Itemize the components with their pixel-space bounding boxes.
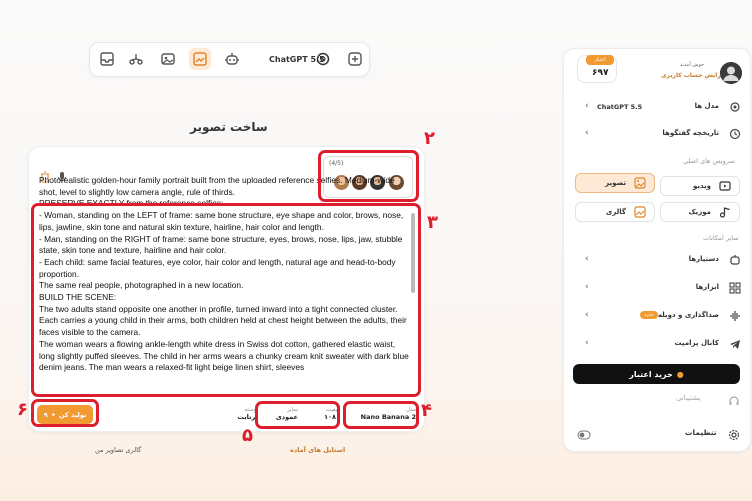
add-icon[interactable] <box>346 50 364 68</box>
inbox-icon[interactable] <box>98 50 116 68</box>
gear-icon <box>728 426 740 441</box>
sidebar-item-label: کانال پرامپت <box>674 339 719 347</box>
service-gallery-button[interactable]: گالری <box>575 202 655 222</box>
edit-profile-link[interactable]: ویرایش حساب کاربری <box>661 72 727 79</box>
sidebar-item-models[interactable]: ‹ ChatGPT 5.5 مدل ها <box>565 98 749 118</box>
tools-icon <box>729 282 741 294</box>
buy-credit-label: خرید اعتبار <box>629 369 673 379</box>
service-music-button[interactable]: موزیک <box>660 202 740 222</box>
other-features-title: سایر امکانات <box>703 234 739 242</box>
video-icon <box>719 180 731 192</box>
settings-link[interactable]: تنظیمات <box>685 428 717 437</box>
annotation-box-3 <box>31 203 421 397</box>
sidebar-item-label: تاریخچه گفتگوها <box>662 129 719 137</box>
sidebar-item-label: صداگذاری و دوبله <box>657 311 719 319</box>
service-image-button[interactable]: تصویر <box>575 173 655 193</box>
chevron-left-icon: ‹ <box>585 101 589 111</box>
image-edit-icon[interactable] <box>189 48 211 70</box>
welcome-text: خوش آمدید <box>680 62 705 68</box>
annotation-number-5: ۵ <box>242 425 253 446</box>
annotation-box-5 <box>255 401 340 429</box>
gallery-icon[interactable] <box>159 50 177 68</box>
models-icon <box>729 101 741 113</box>
chatgpt-icon <box>314 50 332 68</box>
sidebar-item-voice[interactable]: ‹ جدید صداگذاری و دوبله <box>565 307 749 327</box>
annotation-number-4: ۴ <box>421 400 432 421</box>
sidebar-item-history[interactable]: ‹ تاریخچه گفتگوها <box>565 125 749 145</box>
support-link[interactable]: پشتیبانی <box>676 394 700 402</box>
annotation-number-6: ۶ <box>17 399 28 420</box>
music-icon <box>719 206 731 218</box>
avatar[interactable] <box>720 62 742 84</box>
image-icon <box>634 177 646 189</box>
sidebar-item-label: ابزارها <box>695 283 719 291</box>
robot-icon[interactable] <box>223 50 241 68</box>
sidebar-item-label: دستیارها <box>688 255 719 263</box>
service-label: گالری <box>605 208 626 216</box>
flow-icon[interactable] <box>127 50 145 68</box>
voice-icon <box>729 310 741 322</box>
sidebar-item-prompt-channel[interactable]: ‹ کانال پرامپت <box>565 335 749 355</box>
chevron-left-icon: ‹ <box>585 338 589 348</box>
sidebar-item-label: مدل ها <box>694 102 719 110</box>
service-video-button[interactable]: ویدیو <box>660 176 740 196</box>
headset-icon <box>728 392 740 405</box>
buy-credit-button[interactable]: خرید اعتبار ● <box>573 364 740 384</box>
annotation-number-2: ۲ <box>424 128 435 149</box>
annotation-box-6 <box>31 399 99 427</box>
assistant-icon <box>729 254 741 266</box>
gallery-icon <box>634 206 646 218</box>
service-label: تصویر <box>605 179 626 187</box>
chevron-left-icon: ‹ <box>585 310 589 320</box>
sidebar-item-tools[interactable]: ‹ ابزارها <box>565 279 749 299</box>
chevron-left-icon: ‹ <box>585 282 589 292</box>
coin-icon: ● <box>676 369 684 379</box>
annotation-box-2 <box>318 150 419 202</box>
service-label: موزیک <box>688 208 711 216</box>
aspect-value: پرتابت <box>237 413 258 421</box>
aspect-option[interactable]: پوسته پرتابت <box>222 407 258 421</box>
annotation-number-3: ۳ <box>427 212 438 233</box>
chevron-left-icon: ‹ <box>585 128 589 138</box>
chevron-left-icon: ‹ <box>585 254 589 264</box>
page-title: ساخت تصویر <box>190 120 268 134</box>
service-label: ویدیو <box>692 182 711 190</box>
ready-styles-link[interactable]: استایل های آماده <box>290 446 345 454</box>
theme-toggle[interactable] <box>577 426 591 440</box>
main-services-title: سرویس های اصلی <box>683 157 735 165</box>
credit-value: ۶۹۷ <box>592 68 609 78</box>
credit-badge: اعتبار <box>586 55 614 65</box>
history-icon <box>729 128 741 140</box>
annotation-box-4 <box>343 401 419 429</box>
telegram-icon <box>729 338 741 350</box>
sidebar-model-value: ChatGPT 5.5 <box>597 103 643 111</box>
my-gallery-link[interactable]: گالری تصاویر من <box>95 446 141 454</box>
new-badge: جدید <box>640 311 658 319</box>
sidebar-item-assistants[interactable]: ‹ دستیارها <box>565 251 749 271</box>
